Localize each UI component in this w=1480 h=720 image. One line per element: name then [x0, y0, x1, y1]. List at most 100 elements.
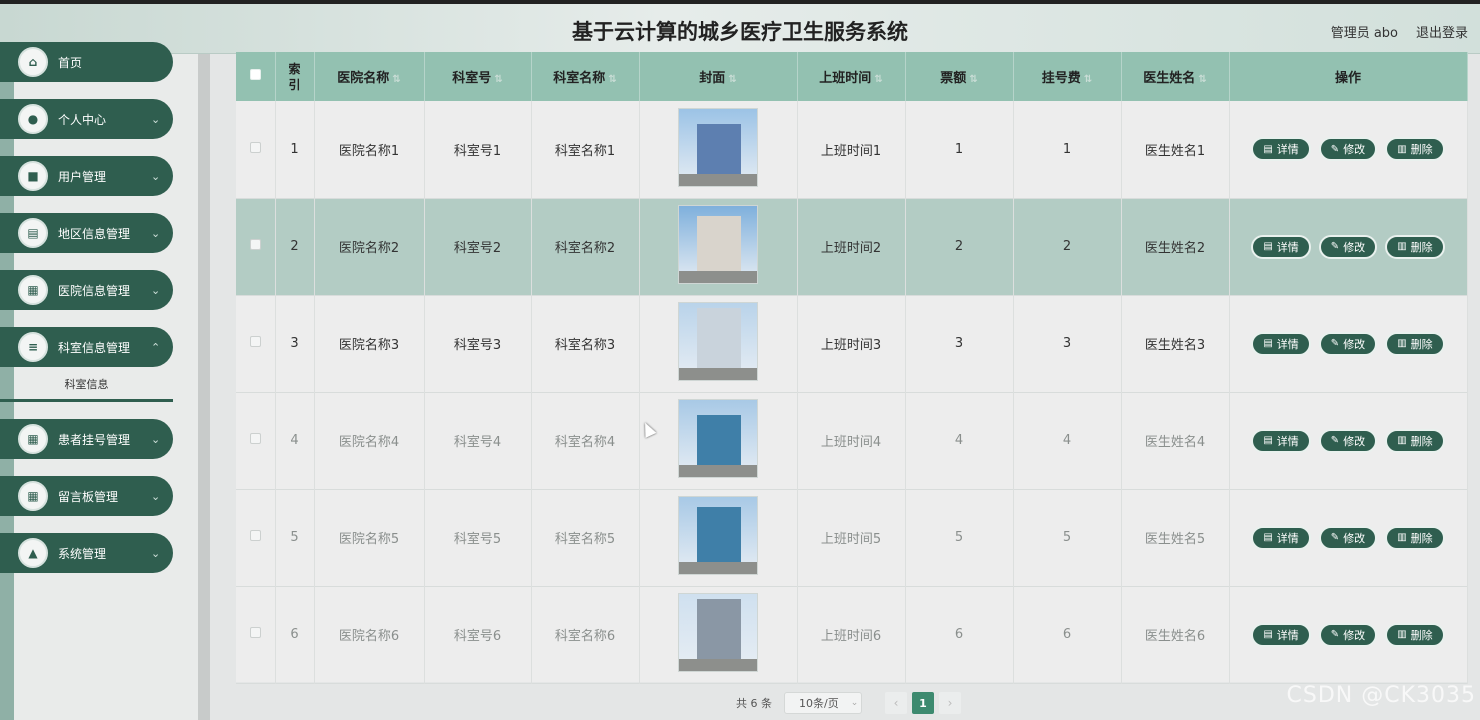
- row-checkbox[interactable]: [249, 239, 261, 250]
- cell-ticket: 1: [905, 101, 1014, 198]
- cover-image[interactable]: [678, 399, 758, 478]
- delete-button[interactable]: ▥ 删除: [1385, 622, 1445, 647]
- delete-label: 删除: [1410, 531, 1433, 545]
- col-cover[interactable]: 封面 ⇅: [639, 52, 798, 101]
- pencil-icon: ✎: [1330, 629, 1340, 640]
- sort-icon[interactable]: ⇅: [1084, 74, 1092, 85]
- cell-index: 4: [275, 392, 315, 489]
- page-size-select[interactable]: 10条/页 ⌄: [784, 692, 862, 714]
- chevron-up-icon: ⌃: [151, 340, 161, 354]
- sidebar-item-personal-center[interactable]: ● 个人中心 ⌄: [0, 99, 173, 139]
- col-ops-label: 操作: [1334, 71, 1361, 86]
- col-doctor[interactable]: 医生姓名 ⇅: [1121, 52, 1230, 101]
- sort-icon[interactable]: ⇅: [494, 74, 502, 85]
- sidebar-item-home[interactable]: ⌂ 首页: [0, 42, 173, 82]
- col-dept-no[interactable]: 科室号 ⇅: [424, 52, 532, 101]
- sort-icon[interactable]: ⇅: [392, 74, 400, 85]
- edit-button[interactable]: ✎ 修改: [1318, 234, 1378, 259]
- table-row[interactable]: 2 医院名称2 科室号2 科室名称2 上班时间2 2 2 医生姓名2 ▤ 详情 ✎ 修改 ▥ 删除: [236, 198, 1468, 295]
- row-checkbox[interactable]: [249, 530, 261, 541]
- row-checkbox[interactable]: [249, 336, 261, 347]
- row-select-cell[interactable]: [236, 392, 276, 489]
- detail-button[interactable]: ▤ 详情: [1251, 525, 1311, 550]
- edit-button[interactable]: ✎ 修改: [1318, 137, 1378, 162]
- col-fee-label: 挂号费: [1041, 71, 1081, 86]
- detail-button[interactable]: ▤ 详情: [1251, 234, 1311, 259]
- row-select-cell[interactable]: [236, 198, 276, 295]
- edit-label: 修改: [1343, 434, 1366, 448]
- sidebar-item-message-board[interactable]: ▦ 留言板管理 ⌄: [0, 476, 173, 516]
- cell-dept-name: 科室名称1: [531, 101, 640, 198]
- sort-icon[interactable]: ⇅: [874, 74, 882, 85]
- detail-button[interactable]: ▤ 详情: [1251, 428, 1311, 453]
- edit-button[interactable]: ✎ 修改: [1318, 428, 1378, 453]
- sort-icon[interactable]: ⇅: [728, 74, 736, 85]
- cover-image[interactable]: [678, 302, 758, 381]
- cell-index: 6: [275, 586, 315, 683]
- sidebar-item-label: 首页: [58, 55, 83, 70]
- edit-label: 修改: [1343, 143, 1366, 157]
- delete-label: 删除: [1410, 434, 1433, 448]
- cover-image[interactable]: [678, 496, 758, 575]
- col-shift[interactable]: 上班时间 ⇅: [797, 52, 906, 101]
- row-select-cell[interactable]: [236, 101, 276, 198]
- chevron-down-icon: ⌄: [151, 489, 161, 503]
- table-row[interactable]: 1 医院名称1 科室号1 科室名称1 上班时间1 1 1 医生姓名1 ▤ 详情 ✎ 修改 ▥ 删除: [236, 101, 1468, 198]
- detail-button[interactable]: ▤ 详情: [1251, 331, 1311, 356]
- app-title: 基于云计算的城乡医疗卫生服务系统: [572, 20, 908, 44]
- col-ticket[interactable]: 票额 ⇅: [905, 52, 1014, 101]
- sort-icon[interactable]: ⇅: [969, 74, 977, 85]
- delete-button[interactable]: ▥ 删除: [1385, 525, 1445, 550]
- pagination-total: 共 6 条: [736, 697, 772, 710]
- cover-image[interactable]: [678, 205, 758, 284]
- col-dept-name[interactable]: 科室名称 ⇅: [531, 52, 640, 101]
- prev-page-button[interactable]: ‹: [885, 692, 907, 714]
- logout-link[interactable]: 退出登录: [1416, 22, 1468, 41]
- sidebar-scrollbar[interactable]: [198, 54, 210, 720]
- next-page-button[interactable]: ›: [939, 692, 961, 714]
- cover-image[interactable]: [678, 107, 758, 187]
- row-select-cell[interactable]: [236, 295, 276, 392]
- trash-icon: ▥: [1397, 338, 1407, 349]
- sort-icon[interactable]: ⇅: [1198, 74, 1206, 85]
- col-cover-label: 封面: [699, 71, 726, 86]
- delete-button[interactable]: ▥ 删除: [1385, 137, 1445, 162]
- table-row[interactable]: 4 医院名称4 科室号4 科室名称4 上班时间4 4 4 医生姓名4 ▤ 详情 ✎ 修改 ▥ 删除: [236, 392, 1468, 489]
- col-fee[interactable]: 挂号费 ⇅: [1013, 52, 1122, 101]
- sidebar-item-system-management[interactable]: ▲ 系统管理 ⌄: [0, 533, 173, 573]
- sidebar-item-hospital-management[interactable]: ▦ 医院信息管理 ⌄: [0, 270, 173, 310]
- sidebar-subitem-department-info[interactable]: 科室信息: [0, 372, 173, 402]
- table-row[interactable]: 5 医院名称5 科室号5 科室名称5 上班时间5 5 5 医生姓名5 ▤ 详情 ✎ 修改 ▥ 删除: [236, 489, 1468, 586]
- select-all-cell[interactable]: [236, 52, 276, 101]
- delete-button[interactable]: ▥ 删除: [1385, 331, 1445, 356]
- row-checkbox[interactable]: [249, 433, 261, 444]
- sidebar-item-department-management[interactable]: ≡ 科室信息管理 ⌃: [0, 327, 173, 367]
- page-number-current[interactable]: 1: [912, 692, 934, 714]
- edit-button[interactable]: ✎ 修改: [1318, 622, 1378, 647]
- cell-index: 2: [275, 198, 315, 295]
- col-hospital[interactable]: 医院名称 ⇅: [314, 52, 425, 101]
- cover-image[interactable]: [678, 593, 758, 672]
- cell-doctor: 医生姓名2: [1121, 198, 1230, 295]
- delete-button[interactable]: ▥ 删除: [1385, 234, 1445, 259]
- table-row[interactable]: 6 医院名称6 科室号6 科室名称6 上班时间6 6 6 医生姓名6 ▤ 详情 ✎ 修改 ▥ 删除: [236, 586, 1468, 683]
- sidebar-item-user-management[interactable]: ■ 用户管理 ⌄: [0, 156, 173, 196]
- sidebar-item-registration-management[interactable]: ▦ 患者挂号管理 ⌄: [0, 419, 173, 459]
- sidebar-item-region-management[interactable]: ▤ 地区信息管理 ⌄: [0, 213, 173, 253]
- row-select-cell[interactable]: [236, 489, 276, 586]
- cell-shift: 上班时间1: [797, 101, 906, 198]
- detail-button[interactable]: ▤ 详情: [1251, 137, 1311, 162]
- detail-button[interactable]: ▤ 详情: [1251, 622, 1311, 647]
- edit-button[interactable]: ✎ 修改: [1318, 525, 1378, 550]
- delete-label: 删除: [1410, 628, 1433, 642]
- row-select-cell[interactable]: [236, 586, 276, 683]
- select-all-checkbox[interactable]: [249, 69, 261, 80]
- sort-icon[interactable]: ⇅: [608, 74, 616, 85]
- delete-label: 删除: [1410, 240, 1433, 254]
- edit-button[interactable]: ✎ 修改: [1318, 331, 1378, 356]
- row-checkbox[interactable]: [249, 141, 261, 153]
- table-row[interactable]: 3 医院名称3 科室号3 科室名称3 上班时间3 3 3 医生姓名3 ▤ 详情 ✎ 修改 ▥ 删除: [236, 295, 1468, 392]
- delete-button[interactable]: ▥ 删除: [1385, 428, 1445, 453]
- row-checkbox[interactable]: [249, 627, 261, 638]
- edit-label: 修改: [1343, 531, 1366, 545]
